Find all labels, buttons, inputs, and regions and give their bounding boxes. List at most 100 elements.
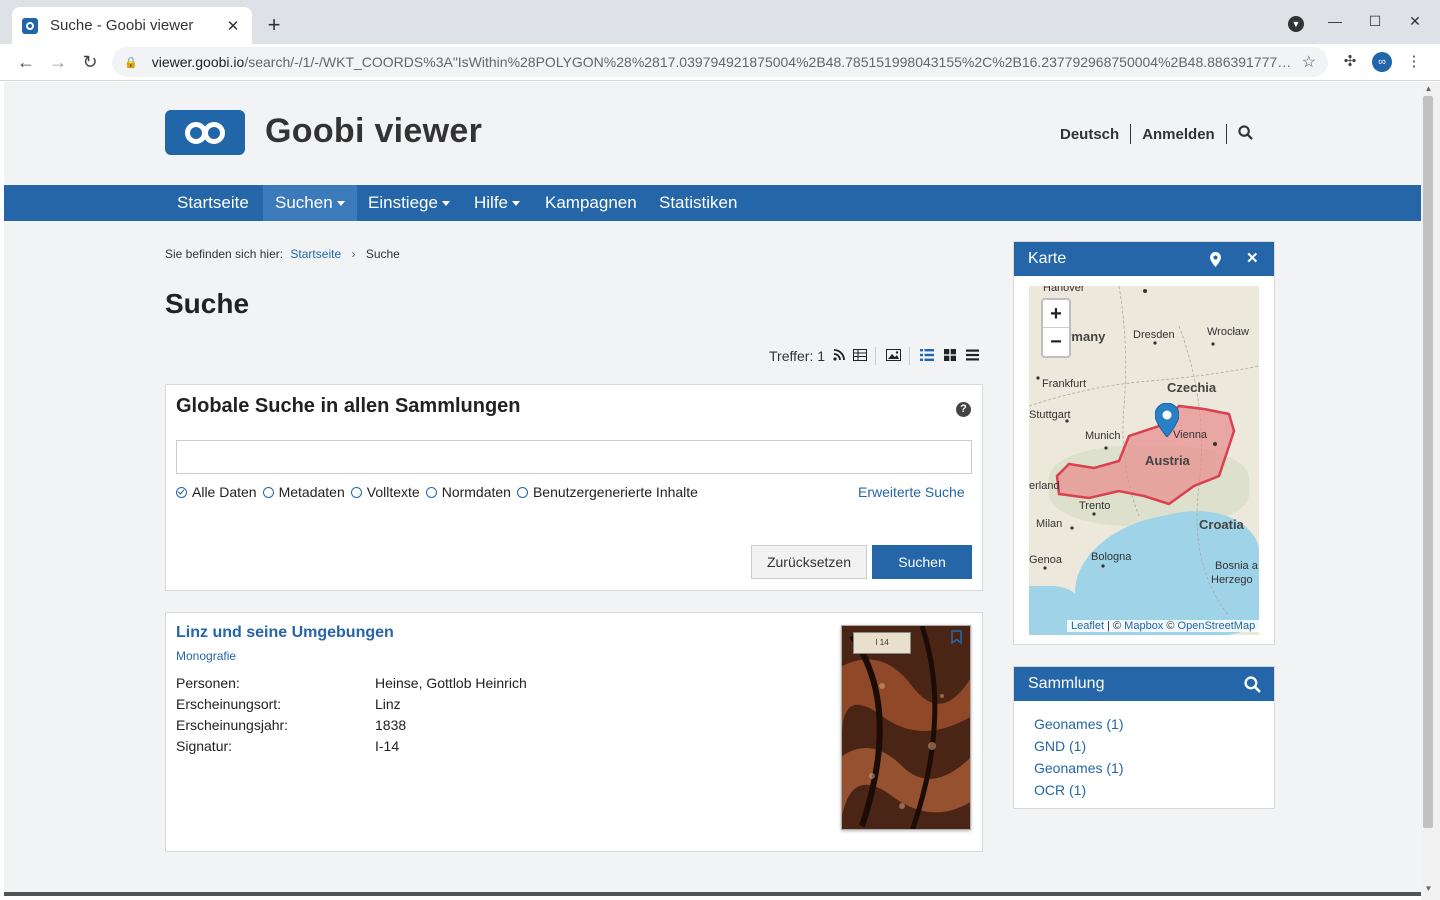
maximize-button[interactable]: ☐ bbox=[1366, 13, 1384, 30]
radio-benutzergenerierte-inhalte[interactable]: Benutzergenerierte Inhalte bbox=[516, 484, 698, 500]
reload-icon[interactable]: ↻ bbox=[78, 50, 102, 74]
global-search-box: Globale Suche in allen Sammlungen ? Alle… bbox=[165, 384, 983, 591]
map-label: Czechia bbox=[1167, 380, 1217, 395]
scroll-up-icon[interactable]: ▲ bbox=[1421, 82, 1436, 96]
reset-button[interactable]: Zurücksetzen bbox=[751, 545, 867, 579]
tab-search-icon[interactable]: ▼ bbox=[1288, 16, 1304, 32]
page-scrollbar[interactable]: ▲ ▼ bbox=[1421, 82, 1440, 900]
window-bottom-edge bbox=[4, 892, 1421, 896]
nav-statistiken[interactable]: Statistiken bbox=[647, 185, 749, 221]
radio-checked-icon bbox=[176, 486, 187, 498]
zoom-out-button[interactable]: − bbox=[1043, 328, 1069, 356]
list-detail-view-icon[interactable] bbox=[920, 348, 935, 364]
radio-icon bbox=[262, 486, 274, 498]
nav-hilfe[interactable]: Hilfe bbox=[462, 185, 532, 221]
map-label: Croatia bbox=[1199, 517, 1244, 532]
breadcrumb-home-link[interactable]: Startseite bbox=[290, 247, 341, 261]
url-text: viewer.goobi.io/search/-/1/-/WKT_COORDS%… bbox=[151, 54, 1292, 70]
radio-alle-daten[interactable]: Alle Daten bbox=[176, 484, 257, 500]
map-label: Austria bbox=[1145, 453, 1190, 468]
tab-close-icon[interactable]: ✕ bbox=[224, 17, 242, 35]
map-attribution: Leaflet | © Mapbox © OpenStreetMap bbox=[1067, 620, 1259, 632]
map-label: Milan bbox=[1036, 518, 1063, 530]
close-window-button[interactable]: ✕ bbox=[1406, 13, 1424, 30]
browser-tab[interactable]: Suche - Goobi viewer ✕ bbox=[12, 7, 252, 44]
radio-volltexte[interactable]: Volltexte bbox=[350, 484, 420, 500]
thumb-shelfmark-label: I 14 bbox=[853, 632, 911, 654]
scroll-down-icon[interactable]: ▼ bbox=[1421, 882, 1436, 896]
address-bar[interactable]: 🔒 viewer.goobi.io/search/-/1/-/WKT_COORD… bbox=[112, 47, 1328, 77]
list-compact-view-icon[interactable] bbox=[966, 349, 980, 364]
advanced-search-link[interactable]: Erweiterte Suche bbox=[858, 484, 965, 500]
mapbox-link[interactable]: Mapbox bbox=[1124, 620, 1163, 632]
forward-arrow-icon[interactable]: → bbox=[46, 50, 70, 74]
metadata-row: Erscheinungsort: Linz bbox=[176, 696, 401, 712]
browser-toolbar: ← → ↻ 🔒 viewer.goobi.io/search/-/1/-/WKT… bbox=[0, 44, 1440, 81]
search-icon[interactable] bbox=[1244, 667, 1261, 701]
chevron-down-icon bbox=[441, 201, 450, 207]
collection-widget-title: Sammlung bbox=[1028, 675, 1105, 692]
map-canvas[interactable]: Hanover Germany Dresden Wrocław Frankfur… bbox=[1029, 286, 1259, 635]
metadata-row: Personen: Heinse, Gottlob Heinrich bbox=[176, 675, 527, 691]
help-icon[interactable]: ? bbox=[956, 402, 971, 417]
osm-link[interactable]: OpenStreetMap bbox=[1178, 620, 1256, 632]
new-tab-button[interactable]: + bbox=[262, 12, 286, 38]
result-metadata: Personen: Heinse, Gottlob Heinrich Ersche… bbox=[176, 673, 527, 757]
close-icon[interactable]: ✕ bbox=[1246, 242, 1259, 276]
collection-item[interactable]: GND (1) bbox=[1034, 735, 1274, 757]
radio-icon bbox=[516, 486, 528, 498]
profile-avatar-icon[interactable]: ∞ bbox=[1372, 52, 1392, 72]
radio-metadaten[interactable]: Metadaten bbox=[262, 484, 345, 500]
hits-count: Treffer: 1 bbox=[769, 348, 826, 364]
browser-tabbar: Suche - Goobi viewer ✕ + ▼ — ☐ ✕ bbox=[0, 0, 1440, 44]
result-title-link[interactable]: Linz und seine Umgebungen bbox=[176, 624, 394, 642]
extensions-puzzle-icon[interactable]: ✣ bbox=[1340, 52, 1360, 72]
page-viewport: Goobi viewer Deutsch Anmelden Startseite… bbox=[4, 82, 1421, 894]
map-label: Munich bbox=[1085, 430, 1121, 442]
zoom-in-button[interactable]: + bbox=[1043, 300, 1069, 328]
browser-menu-icon[interactable]: ⋮ bbox=[1404, 52, 1424, 72]
map-label: Bosnia a bbox=[1215, 560, 1258, 572]
nav-kampagnen[interactable]: Kampagnen bbox=[533, 185, 649, 221]
map-label: Genoa bbox=[1029, 554, 1063, 566]
login-link[interactable]: Anmelden bbox=[1142, 126, 1215, 143]
collection-item[interactable]: Geonames (1) bbox=[1034, 713, 1274, 735]
map-pin-icon[interactable] bbox=[1210, 242, 1221, 276]
header-links: Deutsch Anmelden bbox=[1060, 124, 1253, 144]
result-doc-type[interactable]: Monografie bbox=[176, 649, 236, 663]
nav-startseite[interactable]: Startseite bbox=[165, 185, 261, 221]
breadcrumb: Sie befinden sich hier: Startseite › Suc… bbox=[165, 247, 400, 261]
map-label: Frankfurt bbox=[1042, 378, 1087, 390]
nav-einstiege[interactable]: Einstiege bbox=[356, 185, 462, 221]
bookmark-icon[interactable] bbox=[951, 630, 962, 647]
image-view-icon[interactable] bbox=[886, 348, 902, 364]
collection-item[interactable]: OCR (1) bbox=[1034, 779, 1274, 801]
language-link[interactable]: Deutsch bbox=[1060, 126, 1119, 143]
map-label: erland bbox=[1029, 480, 1060, 492]
search-icon[interactable] bbox=[1238, 124, 1253, 144]
brand-name[interactable]: Goobi viewer bbox=[265, 112, 482, 151]
main-navigation: Startseite Suchen Einstiege Hilfe Kampag… bbox=[4, 185, 1421, 221]
map-label: Stuttgart bbox=[1029, 409, 1071, 421]
breadcrumb-prefix: Sie befinden sich hier: bbox=[165, 247, 284, 261]
rss-icon[interactable] bbox=[833, 348, 845, 364]
result-thumbnail[interactable]: I 14 bbox=[841, 625, 971, 830]
radio-normdaten[interactable]: Normdaten bbox=[425, 484, 511, 500]
map-marker-icon[interactable] bbox=[1154, 402, 1180, 438]
collection-item[interactable]: Geonames (1) bbox=[1034, 757, 1274, 779]
table-export-icon[interactable] bbox=[853, 348, 868, 364]
scrollbar-thumb[interactable] bbox=[1423, 96, 1433, 828]
divider bbox=[1225, 124, 1227, 144]
collection-widget: Sammlung Geonames (1) GND (1) Geonames (… bbox=[1013, 666, 1275, 809]
leaflet-link[interactable]: Leaflet bbox=[1071, 620, 1104, 632]
divider bbox=[1130, 124, 1132, 144]
grid-view-icon[interactable] bbox=[944, 348, 957, 364]
nav-suchen[interactable]: Suchen bbox=[263, 185, 357, 221]
page-title: Suche bbox=[165, 288, 250, 319]
minimize-button[interactable]: — bbox=[1326, 13, 1344, 29]
search-submit-button[interactable]: Suchen bbox=[872, 545, 972, 579]
goobi-logo[interactable] bbox=[165, 110, 245, 155]
bookmark-star-icon[interactable]: ☆ bbox=[1302, 52, 1316, 72]
search-input[interactable] bbox=[176, 440, 972, 474]
back-arrow-icon[interactable]: ← bbox=[14, 50, 38, 74]
